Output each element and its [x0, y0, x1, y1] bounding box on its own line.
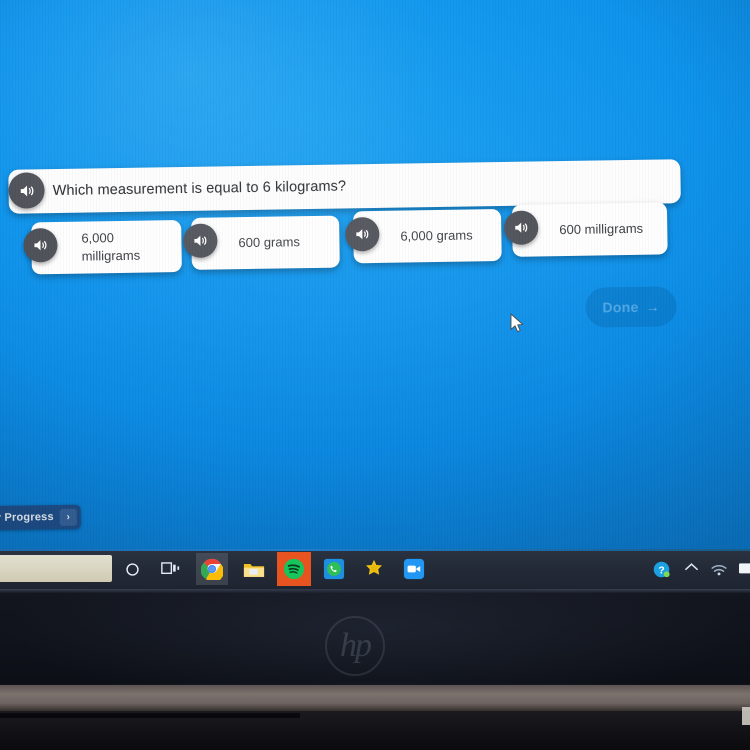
notification-icon[interactable]	[738, 553, 750, 585]
chrome-button[interactable]	[196, 553, 228, 585]
chevron-right-icon: ›	[59, 508, 77, 526]
windows-taskbar: ?	[0, 549, 750, 589]
my-progress-button[interactable]: My Progress ›	[0, 504, 81, 531]
circle-icon	[124, 561, 141, 578]
folder-icon	[243, 560, 265, 579]
speaker-icon[interactable]	[183, 223, 218, 259]
answer-choice-1-label: 6,000 milligrams	[81, 230, 141, 264]
laptop-bezel: hp	[0, 589, 750, 750]
question-text: Which measurement is equal to 6 kilogram…	[52, 178, 347, 200]
answer-choice-2[interactable]: 600 grams	[183, 215, 340, 270]
base-right-edge	[742, 707, 750, 725]
laptop-screen: Which measurement is equal to 6 kilogram…	[0, 0, 750, 552]
answer-choice-3[interactable]: 6,000 grams	[345, 209, 502, 264]
spotify-icon	[283, 558, 305, 580]
zoom-button[interactable]	[398, 553, 430, 585]
laptop-hinge	[0, 685, 750, 711]
sticky-note-icon	[364, 559, 384, 579]
base-shadow	[0, 713, 300, 718]
answer-choice-1[interactable]: 6,000 milligrams	[23, 220, 182, 275]
answer-choice-4[interactable]: 600 milligrams	[503, 202, 668, 257]
quiz-app: Which measurement is equal to 6 kilogram…	[0, 0, 750, 552]
whatsapp-icon	[323, 558, 345, 580]
cortana-button[interactable]	[116, 553, 148, 585]
network-icon[interactable]	[710, 553, 728, 585]
answer-choice-2-label: 600 grams	[238, 234, 300, 251]
speaker-icon[interactable]	[345, 216, 380, 252]
speaker-icon[interactable]	[23, 227, 58, 263]
done-button[interactable]: Done →	[585, 286, 677, 328]
task-view-button[interactable]	[154, 553, 186, 585]
file-explorer-button[interactable]	[238, 553, 270, 585]
spotify-button[interactable]	[277, 552, 311, 586]
chevron-up-icon	[684, 560, 699, 578]
show-hidden-icons-button[interactable]	[684, 553, 699, 585]
my-progress-label: My Progress	[0, 511, 54, 524]
taskbar-top-edge	[0, 549, 750, 551]
answer-choice-4-label: 600 milligrams	[559, 221, 644, 238]
whatsapp-button[interactable]	[318, 553, 350, 585]
search-box[interactable]	[0, 555, 112, 582]
sticky-notes-button[interactable]	[358, 553, 390, 585]
svg-text:?: ?	[658, 565, 664, 576]
speaker-icon[interactable]	[503, 210, 539, 245]
video-camera-icon	[403, 558, 425, 580]
done-button-label: Done	[602, 298, 639, 316]
task-view-icon	[160, 561, 180, 577]
answer-choice-3-label: 6,000 grams	[400, 227, 473, 244]
arrow-right-icon: →	[645, 298, 660, 315]
chrome-icon	[201, 558, 223, 580]
hp-logo: hp	[325, 616, 385, 676]
help-icon[interactable]: ?	[652, 553, 671, 585]
